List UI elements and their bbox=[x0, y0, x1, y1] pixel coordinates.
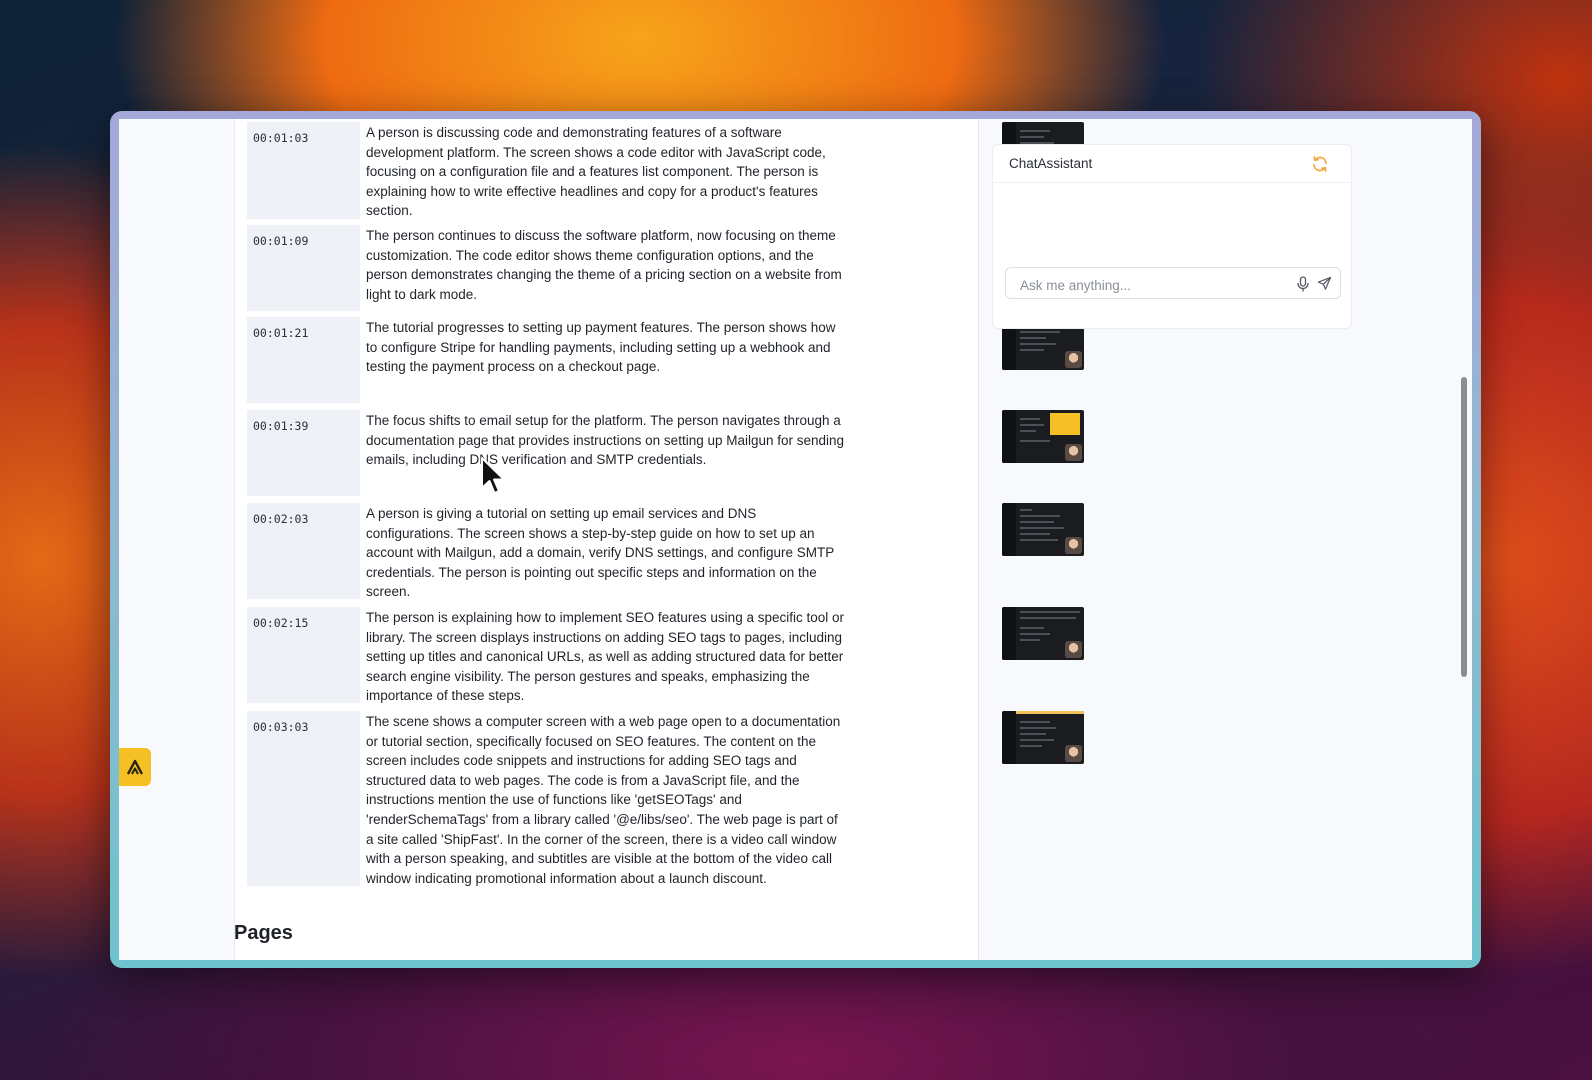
refresh-icon[interactable] bbox=[1311, 155, 1329, 173]
transcript-row[interactable]: 00:02:03 A person is giving a tutorial o… bbox=[247, 503, 1084, 600]
timestamp-cell: 00:02:03 bbox=[247, 503, 360, 599]
presenter-avatar bbox=[1065, 745, 1082, 762]
transcript-row[interactable]: 00:03:03 The scene shows a computer scre… bbox=[247, 711, 1084, 886]
timestamp-cell: 00:01:09 bbox=[247, 225, 360, 311]
presenter-avatar bbox=[1065, 537, 1082, 554]
timestamp[interactable]: 00:01:09 bbox=[253, 234, 308, 248]
segment-description: The tutorial progresses to setting up pa… bbox=[366, 320, 836, 375]
chat-assistant-panel: ChatAssistant bbox=[992, 144, 1352, 329]
segment-description: A person is discussing code and demonstr… bbox=[366, 125, 826, 219]
transcript-row[interactable]: 00:01:39 The focus shifts to email setup… bbox=[247, 410, 1084, 496]
timestamp[interactable]: 00:02:15 bbox=[253, 616, 308, 630]
timestamp[interactable]: 00:01:03 bbox=[253, 131, 308, 145]
segment-description: The scene shows a computer screen with a… bbox=[366, 714, 841, 886]
timestamp-cell: 00:03:03 bbox=[247, 711, 360, 886]
timestamp[interactable]: 00:03:03 bbox=[253, 720, 308, 734]
chat-input-box[interactable] bbox=[1005, 267, 1341, 299]
video-thumbnail[interactable] bbox=[1002, 410, 1084, 463]
presenter-avatar bbox=[1065, 351, 1082, 368]
video-thumbnail[interactable] bbox=[1002, 607, 1084, 660]
transcript-row[interactable]: 00:01:21 The tutorial progresses to sett… bbox=[247, 317, 1084, 403]
send-icon[interactable] bbox=[1317, 276, 1332, 291]
video-thumbnail[interactable] bbox=[1002, 711, 1084, 764]
app-content: 00:01:03 A person is discussing code and… bbox=[119, 119, 1472, 960]
video-thumbnail[interactable] bbox=[1002, 503, 1084, 556]
app-logo-icon bbox=[126, 759, 144, 775]
chat-title: ChatAssistant bbox=[1009, 156, 1093, 171]
timestamp-cell: 00:01:21 bbox=[247, 317, 360, 403]
transcript-row[interactable]: 00:02:15 The person is explaining how to… bbox=[247, 607, 1084, 704]
presenter-avatar bbox=[1065, 641, 1082, 658]
timestamp-cell: 00:01:39 bbox=[247, 410, 360, 496]
scrollbar-track[interactable] bbox=[1461, 119, 1470, 960]
chat-message-input[interactable] bbox=[1018, 274, 1282, 296]
segment-description: A person is giving a tutorial on setting… bbox=[366, 506, 834, 600]
timestamp-cell: 00:02:15 bbox=[247, 607, 360, 703]
side-launcher-button[interactable] bbox=[119, 748, 151, 786]
transcript-row[interactable]: 00:01:09 The person continues to discuss… bbox=[247, 225, 1084, 311]
presenter-avatar bbox=[1065, 444, 1082, 461]
timestamp[interactable]: 00:01:21 bbox=[253, 326, 308, 340]
chat-header: ChatAssistant bbox=[993, 145, 1351, 183]
microphone-icon[interactable] bbox=[1296, 276, 1310, 292]
segment-description: The focus shifts to email setup for the … bbox=[366, 413, 845, 468]
timestamp-cell: 00:01:03 bbox=[247, 122, 360, 219]
timestamp[interactable]: 00:02:03 bbox=[253, 512, 308, 526]
scrollbar-thumb[interactable] bbox=[1461, 377, 1467, 677]
segment-description: The person is explaining how to implemen… bbox=[366, 610, 844, 704]
pages-heading: Pages bbox=[234, 922, 293, 944]
transcript-row[interactable]: 00:01:03 A person is discussing code and… bbox=[247, 122, 1084, 219]
timestamp[interactable]: 00:01:39 bbox=[253, 419, 308, 433]
segment-description: The person continues to discuss the soft… bbox=[366, 228, 842, 302]
